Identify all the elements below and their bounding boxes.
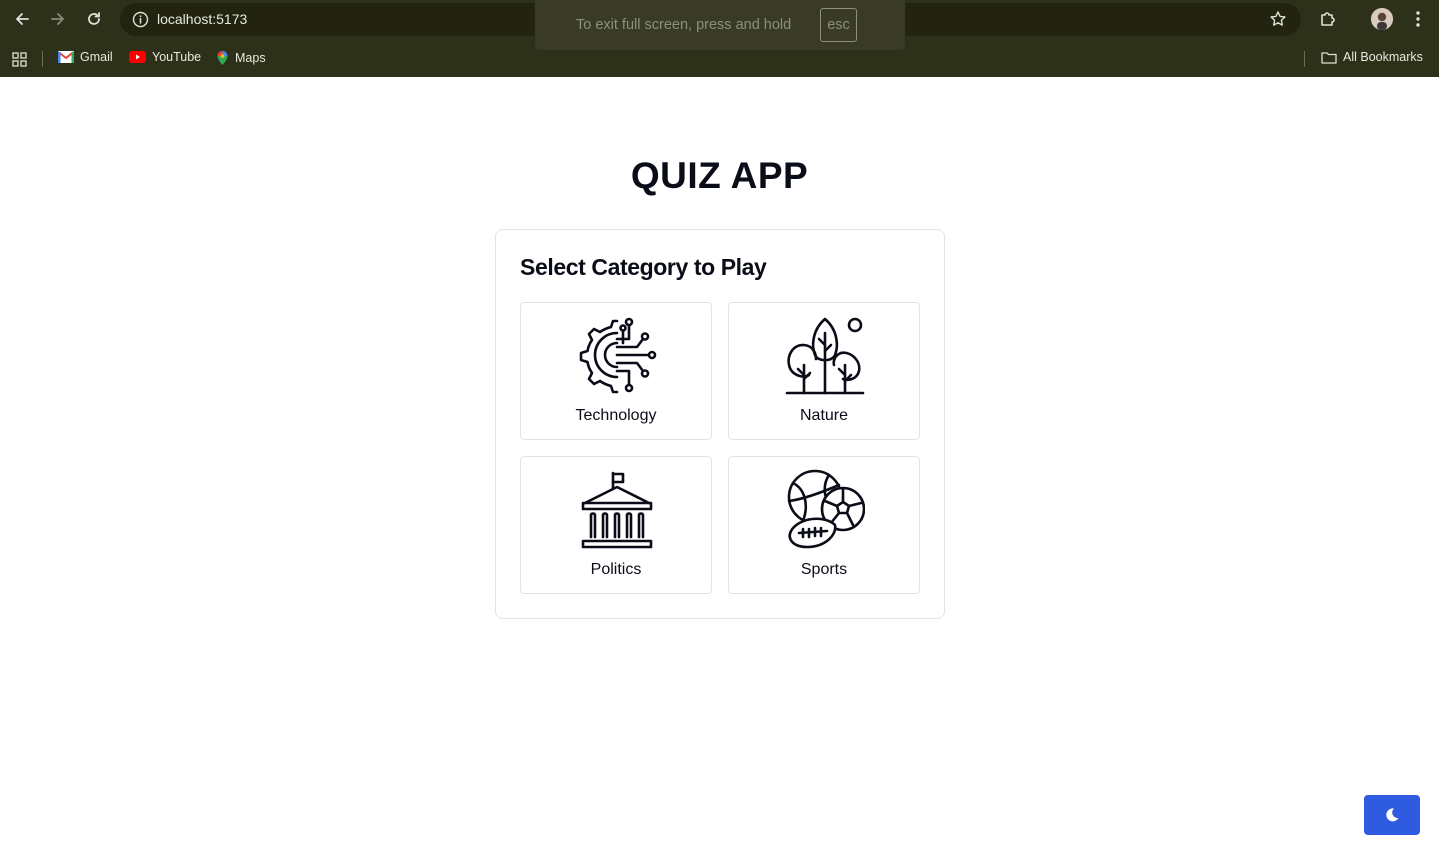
category-label: Technology: [575, 407, 657, 424]
bookmark-youtube[interactable]: YouTube: [129, 50, 201, 64]
bookmark-gmail[interactable]: Gmail: [58, 50, 113, 64]
theme-toggle-button[interactable]: [1364, 795, 1420, 835]
esc-key-badge: esc: [820, 8, 857, 42]
all-bookmarks-label: All Bookmarks: [1343, 50, 1423, 64]
folder-icon: [1321, 51, 1337, 64]
technology-gear-circuit-icon: [579, 317, 657, 394]
bookmark-label: YouTube: [152, 50, 202, 64]
sports-balls-icon: [787, 469, 865, 549]
back-button[interactable]: [10, 7, 34, 31]
puzzle-icon: [1321, 12, 1335, 26]
bookmarks-separator: [1304, 51, 1305, 67]
politics-capitol-icon: [581, 471, 653, 549]
bookmark-label: Gmail: [80, 50, 113, 64]
browser-menu-button[interactable]: [1407, 8, 1429, 30]
maps-icon: [217, 51, 228, 65]
arrow-right-icon: [51, 13, 64, 25]
url-text[interactable]: localhost:5173: [157, 11, 247, 27]
extensions-button[interactable]: [1317, 8, 1339, 30]
arrow-left-icon: [16, 13, 29, 25]
bookmark-label: Maps: [235, 51, 266, 65]
kebab-menu-icon: [1416, 11, 1420, 27]
category-sports[interactable]: Sports: [728, 456, 920, 594]
page-title: QUIZ APP: [630, 155, 809, 196]
category-label: Nature: [799, 407, 849, 424]
youtube-icon: [129, 51, 146, 63]
bookmark-star-icon[interactable]: [1269, 10, 1287, 28]
card-title: Select Category to Play: [520, 254, 767, 280]
moon-icon: [1386, 808, 1399, 822]
browser-chrome: localhost:5173 Gmail YouTube Maps All Bo…: [0, 0, 1439, 77]
bookmarks-separator: [42, 51, 43, 67]
profile-avatar[interactable]: [1371, 8, 1393, 30]
category-technology[interactable]: Technology: [520, 302, 712, 440]
reload-icon: [88, 12, 100, 25]
all-bookmarks-button[interactable]: All Bookmarks: [1321, 50, 1423, 64]
nature-trees-icon: [785, 317, 865, 395]
forward-button[interactable]: [46, 7, 70, 31]
category-label: Sports: [800, 561, 848, 578]
profile-photo-icon: [1371, 8, 1393, 30]
fullscreen-exit-toast: To exit full screen, press and hold esc: [535, 0, 905, 50]
gmail-icon: [58, 51, 74, 63]
category-nature[interactable]: Nature: [728, 302, 920, 440]
reload-button[interactable]: [82, 7, 106, 31]
fullscreen-toast-text: To exit full screen, press and hold: [576, 17, 792, 33]
category-label: Politics: [590, 561, 642, 578]
site-info-icon[interactable]: [132, 11, 149, 28]
category-politics[interactable]: Politics: [520, 456, 712, 594]
category-card: Select Category to Play Technology Natur…: [495, 229, 945, 619]
bookmark-maps[interactable]: Maps: [216, 50, 266, 66]
apps-grid-icon[interactable]: [12, 52, 27, 67]
